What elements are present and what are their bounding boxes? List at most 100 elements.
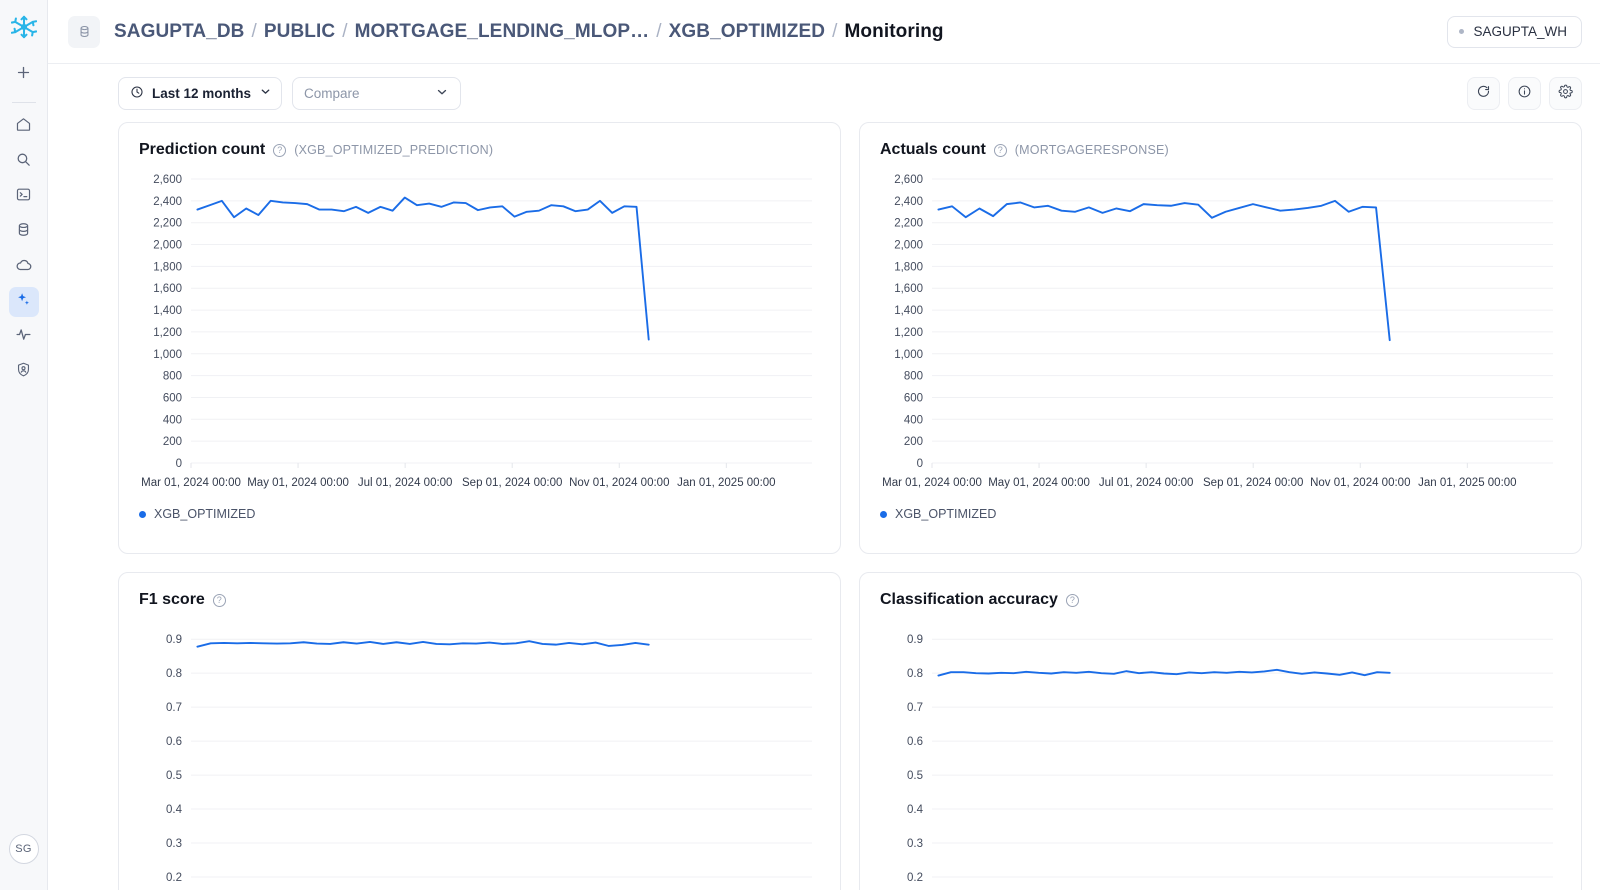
card-classification-accuracy: Classification accuracy ? 0.2 0.3 0.4 0.5 0.… <box>859 572 1582 890</box>
help-icon[interactable]: ? <box>212 593 226 607</box>
chart-prediction-count[interactable]: 0 200 400 600 800 1,000 1,200 1,400 1,600 1,800 2,… <box>139 171 820 501</box>
x-axis-tick-label: Nov 01, 2024 00:00 <box>1310 477 1410 489</box>
chart-row-bottom: F1 score ? 0.2 0.3 0.4 0.5 0.6 0.7 0.8 0.9 Clas… <box>118 572 1582 890</box>
monitoring-board: Prediction count ? (XGB_OPTIMIZED_PREDIC… <box>48 122 1600 890</box>
card-actuals-count: Actuals count ? (MORTGAGERESPONSE) 0 200 4… <box>859 122 1582 554</box>
y-axis-tick-label: 2,600 <box>153 174 182 186</box>
search-icon <box>15 151 32 173</box>
y-axis-tick-label: 0.2 <box>907 872 923 883</box>
sidebar-item-worksheets[interactable] <box>9 182 39 212</box>
refresh-button[interactable] <box>1467 76 1500 110</box>
left-sidebar: SG <box>0 0 48 890</box>
breadcrumb-item-schema[interactable]: PUBLIC <box>264 21 335 43</box>
chart-classification-accuracy[interactable]: 0.2 0.3 0.4 0.5 0.6 0.7 0.8 0.9 <box>880 621 1561 883</box>
chart-f1-score[interactable]: 0.2 0.3 0.4 0.5 0.6 0.7 0.8 0.9 <box>139 621 820 883</box>
chevron-down-icon <box>435 85 449 102</box>
breadcrumb: SAGUPTA_DB / PUBLIC / MORTGAGE_LENDING_M… <box>114 21 944 43</box>
x-axis-tick-label: Jul 01, 2024 00:00 <box>1099 477 1194 489</box>
y-axis-tick-label: 1,200 <box>894 327 923 339</box>
y-axis-tick-label: 0.8 <box>907 668 923 680</box>
help-icon[interactable]: ? <box>993 143 1007 157</box>
sidebar-item-create-new[interactable] <box>9 60 39 90</box>
x-axis-tick-label: Jul 01, 2024 00:00 <box>358 477 453 489</box>
warehouse-status-dot-icon <box>1459 29 1465 34</box>
y-axis-tick-label: 2,600 <box>894 174 923 186</box>
monitoring-toolbar: Last 12 months Compare <box>48 64 1600 122</box>
clock-icon <box>130 85 144 102</box>
y-axis-tick-label: 400 <box>904 414 923 426</box>
card-header: Prediction count ? (XGB_OPTIMIZED_PREDIC… <box>139 141 820 159</box>
info-button[interactable] <box>1508 76 1541 110</box>
y-axis-tick-label: 400 <box>163 414 182 426</box>
main-area: SAGUPTA_DB / PUBLIC / MORTGAGE_LENDING_M… <box>48 0 1600 890</box>
card-title: Classification accuracy <box>880 591 1058 608</box>
y-axis-tick-label: 1,000 <box>894 349 923 361</box>
help-icon[interactable]: ? <box>273 143 287 157</box>
legend-dot-icon <box>139 510 146 518</box>
card-prediction-count: Prediction count ? (XGB_OPTIMIZED_PREDIC… <box>118 122 841 554</box>
y-axis-tick-label: 1,600 <box>153 283 182 295</box>
card-header: Classification accuracy ? <box>880 591 1561 609</box>
legend-label[interactable]: XGB_OPTIMIZED <box>154 507 255 521</box>
y-axis-tick-label: 1,000 <box>153 349 182 361</box>
y-axis-tick-label: 0.4 <box>907 804 924 816</box>
breadcrumb-separator: / <box>832 20 838 42</box>
compare-selector[interactable]: Compare <box>292 76 462 110</box>
terminal-icon <box>15 186 32 208</box>
legend-label[interactable]: XGB_OPTIMIZED <box>895 507 996 521</box>
y-axis-tick-label: 0.7 <box>166 702 182 714</box>
sidebar-item-data[interactable] <box>9 217 39 247</box>
series-line <box>196 640 650 648</box>
sidebar-item-data-products[interactable] <box>9 252 39 282</box>
sidebar-item-ai-ml[interactable] <box>8 287 39 317</box>
compare-placeholder-label: Compare <box>304 85 360 101</box>
snowflake-logo-icon[interactable] <box>9 12 39 42</box>
y-axis-tick-label: 800 <box>904 371 923 383</box>
x-axis-tick-label: Nov 01, 2024 00:00 <box>569 477 669 489</box>
chart-actuals-count[interactable]: 0 200 400 600 800 1,000 1,200 1,400 1,600 1,800 2,… <box>880 171 1561 501</box>
breadcrumb-separator: / <box>656 20 662 42</box>
settings-button[interactable] <box>1549 76 1582 110</box>
page-header: SAGUPTA_DB / PUBLIC / MORTGAGE_LENDING_M… <box>48 0 1600 64</box>
warehouse-label: SAGUPTA_WH <box>1473 24 1567 39</box>
avatar[interactable]: SG <box>8 834 39 864</box>
y-axis-tick-label: 200 <box>163 436 182 448</box>
activity-icon <box>15 326 32 348</box>
chart-legend: XGB_OPTIMIZED <box>880 507 1561 521</box>
sidebar-divider <box>11 102 36 103</box>
x-axis-tick-label: Jan 01, 2025 00:00 <box>1418 477 1516 489</box>
y-axis-tick-label: 800 <box>163 371 182 383</box>
chart-row-top: Prediction count ? (XGB_OPTIMIZED_PREDIC… <box>118 122 1582 554</box>
breadcrumb-separator: / <box>342 20 348 42</box>
sidebar-item-monitoring[interactable] <box>9 322 39 352</box>
legend-dot-icon <box>880 510 887 518</box>
series-line <box>937 199 1391 342</box>
x-axis-tick-label: May 01, 2024 00:00 <box>247 477 349 489</box>
y-axis-tick-label: 1,200 <box>153 327 182 339</box>
y-axis-tick-label: 0.9 <box>166 634 182 646</box>
card-header: Actuals count ? (MORTGAGERESPONSE) <box>880 141 1561 159</box>
shield-user-icon <box>15 361 32 383</box>
warehouse-selector[interactable]: SAGUPTA_WH <box>1447 15 1582 48</box>
time-range-label: Last 12 months <box>152 85 252 101</box>
sidebar-item-home[interactable] <box>9 112 39 142</box>
sidebar-item-admin[interactable] <box>9 357 39 387</box>
x-axis-tick-label: Mar 01, 2024 00:00 <box>882 477 982 489</box>
series-line <box>196 196 650 341</box>
sidebar-item-search[interactable] <box>9 147 39 177</box>
x-axis-tick-label: Sep 01, 2024 00:00 <box>462 477 562 489</box>
breadcrumb-item-project[interactable]: MORTGAGE_LENDING_MLOP… <box>355 21 650 43</box>
breadcrumb-item-model[interactable]: XGB_OPTIMIZED <box>669 21 825 43</box>
database-object-icon <box>68 15 100 48</box>
x-axis-tick-label: Sep 01, 2024 00:00 <box>1203 477 1303 489</box>
gear-icon <box>1558 84 1573 102</box>
y-axis-tick-label: 0.4 <box>166 804 183 816</box>
app-root: SG SAGUPTA_DB / PUBLIC / MORTGAGE_LENDIN… <box>0 0 1600 890</box>
breadcrumb-item-database[interactable]: SAGUPTA_DB <box>114 21 245 43</box>
breadcrumb-item-current: Monitoring <box>844 20 944 42</box>
card-header: F1 score ? <box>139 591 820 609</box>
y-axis-tick-label: 2,400 <box>153 196 182 208</box>
time-range-selector[interactable]: Last 12 months <box>118 76 283 110</box>
card-title: Prediction count <box>139 141 266 158</box>
help-icon[interactable]: ? <box>1065 593 1079 607</box>
